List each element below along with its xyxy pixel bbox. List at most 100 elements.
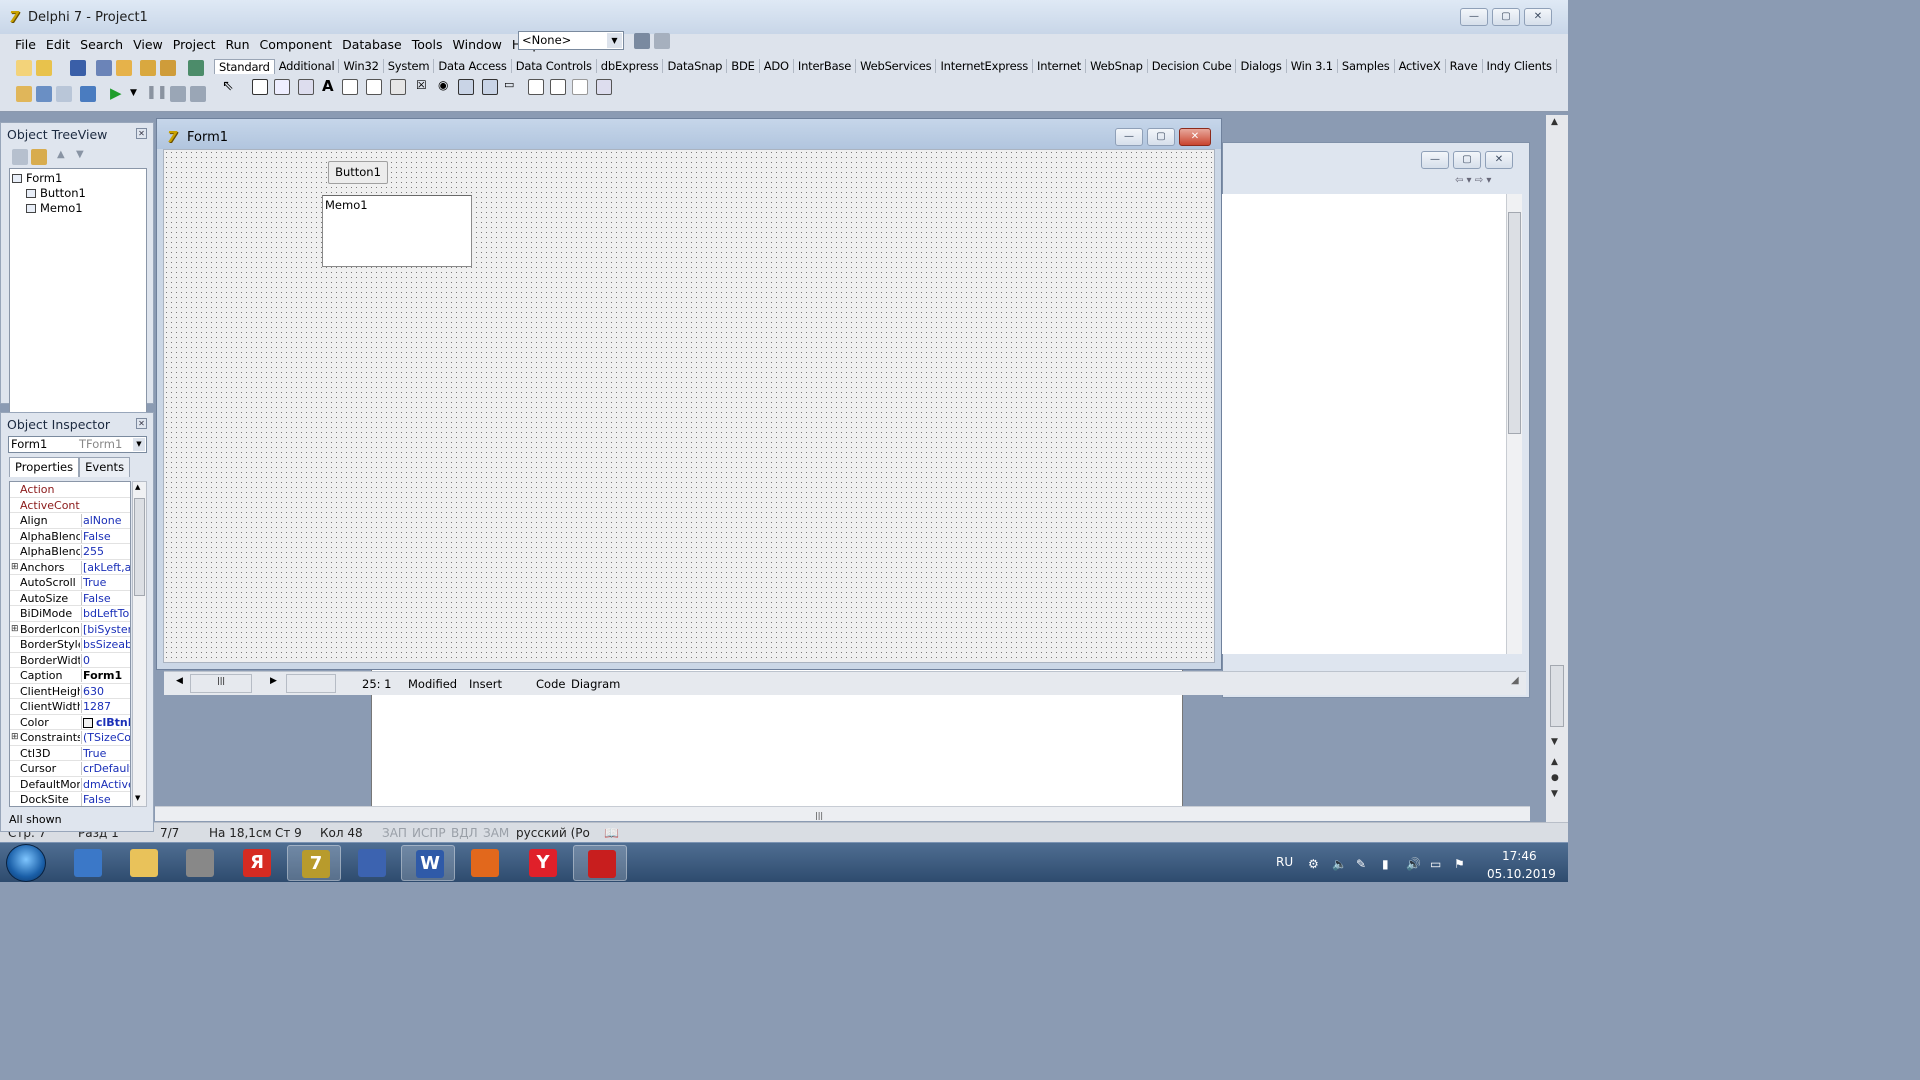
- property-row[interactable]: ⊞BorderIcons[biSystem: [10, 622, 130, 637]
- spelling-icon[interactable]: 📖: [604, 826, 619, 840]
- tab-properties[interactable]: Properties: [9, 457, 80, 477]
- maximize-icon[interactable]: ▢: [1453, 151, 1481, 169]
- property-row[interactable]: ⊞ Constraints (TSizeCor: [10, 730, 130, 746]
- menu-file[interactable]: File: [10, 37, 41, 52]
- clock-date[interactable]: 05.10.2019: [1487, 867, 1556, 881]
- taskbar-app-yandex[interactable]: Я: [229, 845, 283, 881]
- expand-icon[interactable]: ⊞: [11, 624, 19, 634]
- scroll-down-icon[interactable]: ▼: [1551, 737, 1558, 747]
- property-row[interactable]: DefaultMonidmActiveF: [10, 777, 130, 792]
- scroll-thumb[interactable]: [134, 498, 145, 596]
- menu-run[interactable]: Run: [221, 37, 255, 52]
- palette-tab-activex[interactable]: ActiveX: [1395, 59, 1446, 73]
- minimize-icon[interactable]: —: [1421, 151, 1449, 169]
- connection-icon[interactable]: ✎: [1356, 857, 1370, 871]
- code-editor-area[interactable]: [1222, 194, 1506, 654]
- palette-tab-win-3-1[interactable]: Win 3.1: [1287, 59, 1338, 73]
- label-icon[interactable]: A: [322, 77, 334, 95]
- property-value[interactable]: [biSystem: [81, 622, 130, 636]
- taskbar-app-yandex-browser[interactable]: Y: [515, 845, 569, 881]
- palette-tab-win32[interactable]: Win32: [339, 59, 384, 73]
- palette-tab-interbase[interactable]: InterBase: [794, 59, 857, 73]
- tab-diagram[interactable]: Diagram: [571, 677, 620, 691]
- property-row[interactable]: Align alNone: [10, 513, 130, 529]
- maximize-icon[interactable]: ▢: [1492, 8, 1520, 26]
- property-value[interactable]: False: [81, 591, 130, 605]
- tab-code[interactable]: Code: [536, 677, 565, 691]
- scroll-up-icon[interactable]: ▲: [135, 483, 140, 491]
- taskbar-app-volume-app[interactable]: [60, 845, 114, 881]
- memo-icon[interactable]: [366, 79, 382, 95]
- scroll-right-icon[interactable]: ▶: [270, 676, 277, 686]
- document-horizontal-scrollbar[interactable]: |||: [155, 806, 1530, 821]
- palette-tab-system[interactable]: System: [384, 59, 435, 73]
- run-icon[interactable]: ▶: [110, 84, 122, 102]
- speaker-icon[interactable]: 🔈: [1332, 857, 1347, 871]
- view-unit-icon[interactable]: [16, 86, 32, 102]
- close-icon[interactable]: ✕: [1179, 128, 1211, 146]
- form-canvas[interactable]: Button1 Memo1: [163, 149, 1215, 663]
- maximize-icon[interactable]: ▢: [1147, 128, 1175, 146]
- palette-tab-rave[interactable]: Rave: [1446, 59, 1483, 73]
- property-value[interactable]: 630: [81, 684, 130, 698]
- ext-indicator[interactable]: ВДЛ: [451, 826, 478, 840]
- property-row[interactable]: BiDiMode bdLeftToR: [10, 606, 130, 622]
- open-icon[interactable]: [36, 60, 52, 76]
- form-designer-window[interactable]: 7 Form1 — ▢ ✕ Button1 Memo1: [156, 118, 1222, 670]
- property-value[interactable]: 255: [81, 545, 130, 558]
- button1-control[interactable]: Button1: [328, 161, 388, 184]
- property-row[interactable]: BorderWidth0: [10, 653, 130, 668]
- property-value[interactable]: True: [81, 746, 130, 760]
- pointer-icon[interactable]: ⇖: [222, 78, 234, 94]
- menu-view[interactable]: View: [128, 37, 168, 52]
- resize-grip-icon[interactable]: ◢: [1511, 675, 1519, 686]
- palette-tab-indy-se[interactable]: Indy Se: [1557, 59, 1558, 73]
- palette-tab-ado[interactable]: ADO: [760, 59, 794, 73]
- taskbar-app-delphi[interactable]: 7: [287, 845, 341, 881]
- taskbar-app-save-disk[interactable]: [344, 845, 398, 881]
- save-all-icon[interactable]: [96, 60, 112, 76]
- close-icon[interactable]: ✕: [136, 128, 147, 139]
- memo1-control[interactable]: Memo1: [322, 195, 472, 267]
- menu-component[interactable]: Component: [255, 37, 338, 52]
- property-value[interactable]: 1287: [81, 700, 130, 713]
- palette-tab-decision-cube[interactable]: Decision Cube: [1148, 59, 1237, 73]
- listbox-icon[interactable]: [458, 79, 474, 95]
- run-dropdown-icon[interactable]: ▼: [130, 88, 137, 98]
- radiobutton-icon[interactable]: ◉: [438, 78, 448, 92]
- radiogroup-icon[interactable]: [550, 79, 566, 95]
- code-vertical-scrollbar[interactable]: [1506, 194, 1522, 654]
- palette-tab-data-controls[interactable]: Data Controls: [512, 59, 597, 73]
- property-grid[interactable]: ActionActiveControAlignalNoneAlphaBlendF…: [9, 481, 131, 807]
- open-project-icon[interactable]: [116, 60, 132, 76]
- tree-item-button1[interactable]: Button1: [26, 186, 86, 200]
- property-value[interactable]: False: [81, 529, 130, 543]
- step-over-icon[interactable]: [190, 86, 206, 102]
- scroll-up-icon[interactable]: ▲: [1551, 117, 1558, 127]
- palette-tab-dialogs[interactable]: Dialogs: [1236, 59, 1287, 73]
- new-item-icon[interactable]: [12, 149, 28, 165]
- document-vertical-scrollbar[interactable]: ▲ ▼ ▲ ● ▼: [1546, 115, 1568, 822]
- close-icon[interactable]: ✕: [1485, 151, 1513, 169]
- battery-icon[interactable]: ▮: [1382, 857, 1396, 871]
- property-row[interactable]: ClientWidth 1287: [10, 699, 130, 715]
- property-row[interactable]: ActiveContro: [10, 498, 130, 513]
- property-value[interactable]: bsSizeabl: [81, 638, 130, 651]
- property-scrollbar[interactable]: ▲ ▼: [132, 481, 147, 807]
- mainmenu-icon[interactable]: [252, 79, 268, 95]
- save-desktop-icon[interactable]: [634, 33, 650, 49]
- tree-item-memo1[interactable]: Memo1: [26, 201, 83, 215]
- menu-edit[interactable]: Edit: [41, 37, 75, 52]
- view-form-icon[interactable]: [36, 86, 52, 102]
- display-icon[interactable]: ▭: [1430, 857, 1444, 871]
- palette-tab-additional[interactable]: Additional: [275, 59, 340, 73]
- edit-icon[interactable]: [342, 79, 358, 95]
- menu-window[interactable]: Window: [448, 37, 507, 52]
- save-icon[interactable]: [70, 60, 86, 76]
- palette-tab-internetexpress[interactable]: InternetExpress: [936, 59, 1034, 73]
- scroll-left-icon[interactable]: ◀: [176, 676, 183, 686]
- groupbox-icon[interactable]: [528, 79, 544, 95]
- language-indicator[interactable]: RU: [1276, 855, 1293, 869]
- property-row[interactable]: Cursor crDefault: [10, 761, 130, 777]
- property-row[interactable]: BorderStyle bsSizeabl: [10, 637, 130, 653]
